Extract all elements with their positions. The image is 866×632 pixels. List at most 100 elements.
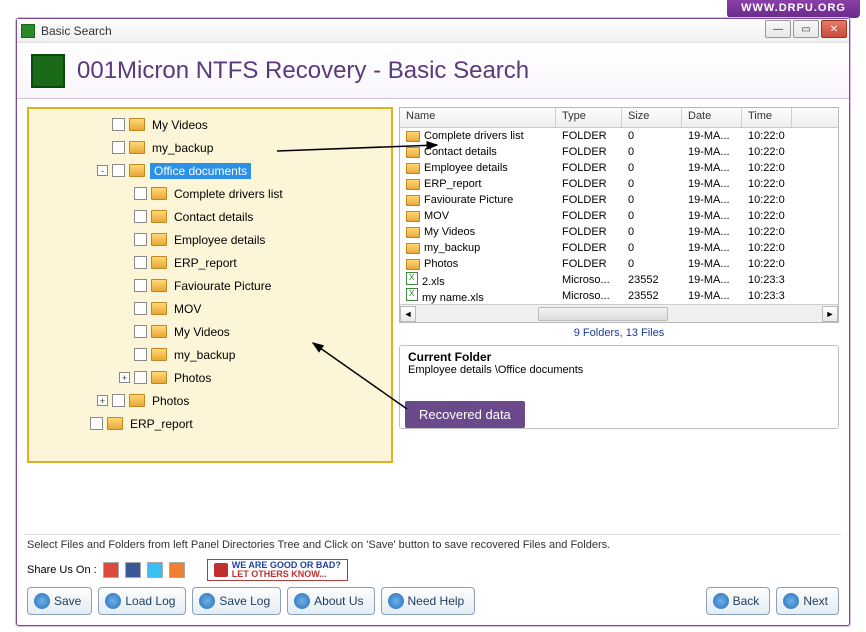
col-type[interactable]: Type [556,108,622,127]
file-name: my_backup [424,242,480,254]
save-icon [34,593,50,609]
scroll-right-arrow[interactable]: ► [822,306,838,322]
folder-icon [406,195,420,206]
share-row: Share Us On : WE ARE GOOD OR BAD? LET OT… [17,555,849,583]
tree-item[interactable]: ERP_report [31,412,389,435]
close-button[interactable]: ✕ [821,20,847,38]
current-folder-title: Current Folder [408,350,830,364]
tree-checkbox[interactable] [134,302,147,315]
folder-icon [406,147,420,158]
tree-checkbox[interactable] [134,348,147,361]
tree-checkbox[interactable] [112,118,125,131]
tree-item-label: My Videos [172,324,232,340]
col-time[interactable]: Time [742,108,792,127]
tree-checkbox[interactable] [134,256,147,269]
tree-item[interactable]: my_backup [31,343,389,366]
tree-item[interactable]: Faviourate Picture [31,274,389,297]
about-us-button[interactable]: About Us [287,587,374,615]
tree-item[interactable]: +Photos [31,366,389,389]
file-name: Faviourate Picture [424,194,513,206]
next-arrow-icon [783,593,799,609]
folder-icon [406,163,420,174]
twitter-icon[interactable] [147,562,163,578]
col-name[interactable]: Name [400,108,556,127]
list-item[interactable]: PhotosFOLDER019-MA...10:22:0 [400,256,838,272]
save-button[interactable]: Save [27,587,92,615]
tree-item[interactable]: ERP_report [31,251,389,274]
list-item[interactable]: Complete drivers listFOLDER019-MA...10:2… [400,128,838,144]
tree-item[interactable]: MOV [31,297,389,320]
list-item[interactable]: Contact detailsFOLDER019-MA...10:22:0 [400,144,838,160]
directory-tree[interactable]: My Videos my_backup - Office documents Compl… [27,107,393,463]
tree-item-label: Faviourate Picture [172,278,273,294]
cell-size: 0 [622,242,682,254]
cell-date: 19-MA... [682,258,742,270]
rate-us-button[interactable]: WE ARE GOOD OR BAD? LET OTHERS KNOW... [207,559,348,581]
file-name: ERP_report [424,178,481,190]
minimize-button[interactable]: — [765,20,791,38]
google-plus-icon[interactable] [103,562,119,578]
tree-item[interactable]: Contact details [31,205,389,228]
cell-size: 0 [622,146,682,158]
cell-size: 0 [622,178,682,190]
blogger-icon[interactable] [169,562,185,578]
load-log-button[interactable]: Load Log [98,587,186,615]
list-item[interactable]: My VideosFOLDER019-MA...10:22:0 [400,224,838,240]
col-date[interactable]: Date [682,108,742,127]
list-item[interactable]: ERP_reportFOLDER019-MA...10:22:0 [400,176,838,192]
tree-checkbox[interactable] [134,187,147,200]
next-button[interactable]: Next [776,587,839,615]
cell-date: 19-MA... [682,194,742,206]
tree-item[interactable]: Employee details [31,228,389,251]
facebook-icon[interactable] [125,562,141,578]
tree-item[interactable]: My Videos [31,320,389,343]
tree-item-label: Office documents [150,163,251,179]
tree-item[interactable]: +Photos [31,389,389,412]
tree-checkbox[interactable] [112,141,125,154]
tree-item-label: Contact details [172,209,255,225]
folder-icon [406,131,420,142]
list-item[interactable]: 2.xlsMicroso...2355219-MA...10:23:3 [400,272,838,288]
file-list[interactable]: Name Type Size Date Time Complete driver… [399,107,839,323]
tree-item[interactable]: Complete drivers list [31,182,389,205]
cell-time: 10:22:0 [742,146,792,158]
tree-checkbox[interactable] [134,371,147,384]
tree-item-label: my_backup [150,140,215,156]
cell-type: FOLDER [556,194,622,206]
tree-item[interactable]: My Videos [31,113,389,136]
back-button[interactable]: Back [706,587,771,615]
expand-icon[interactable]: + [97,395,108,406]
tree-item[interactable]: - Office documents [31,159,389,182]
need-help-button[interactable]: Need Help [381,587,476,615]
scroll-thumb[interactable] [538,307,668,321]
tree-checkbox[interactable] [112,164,125,177]
list-item[interactable]: Faviourate PictureFOLDER019-MA...10:22:0 [400,192,838,208]
tree-item-label: ERP_report [128,416,195,432]
tree-checkbox[interactable] [134,233,147,246]
tree-checkbox[interactable] [134,279,147,292]
maximize-button[interactable]: ▭ [793,20,819,38]
expand-icon[interactable]: + [119,372,130,383]
list-item[interactable]: my_backupFOLDER019-MA...10:22:0 [400,240,838,256]
save-log-button[interactable]: Save Log [192,587,281,615]
tree-item[interactable]: my_backup [31,136,389,159]
tree-checkbox[interactable] [134,210,147,223]
collapse-icon[interactable]: - [97,165,108,176]
thumbs-up-icon [214,563,228,577]
list-header[interactable]: Name Type Size Date Time [400,108,838,128]
cell-size: 0 [622,130,682,142]
cell-type: FOLDER [556,162,622,174]
tree-checkbox[interactable] [134,325,147,338]
cell-date: 19-MA... [682,178,742,190]
tree-checkbox[interactable] [112,394,125,407]
tree-checkbox[interactable] [90,417,103,430]
list-item[interactable]: MOVFOLDER019-MA...10:22:0 [400,208,838,224]
list-item[interactable]: my name.xlsMicroso...2355219-MA...10:23:… [400,288,838,304]
main-area: My Videos my_backup - Office documents Compl… [17,99,849,555]
cell-size: 0 [622,162,682,174]
folder-icon [406,227,420,238]
list-item[interactable]: Employee detailsFOLDER019-MA...10:22:0 [400,160,838,176]
scroll-left-arrow[interactable]: ◄ [400,306,416,322]
horizontal-scrollbar[interactable]: ◄ ► [400,304,838,322]
col-size[interactable]: Size [622,108,682,127]
